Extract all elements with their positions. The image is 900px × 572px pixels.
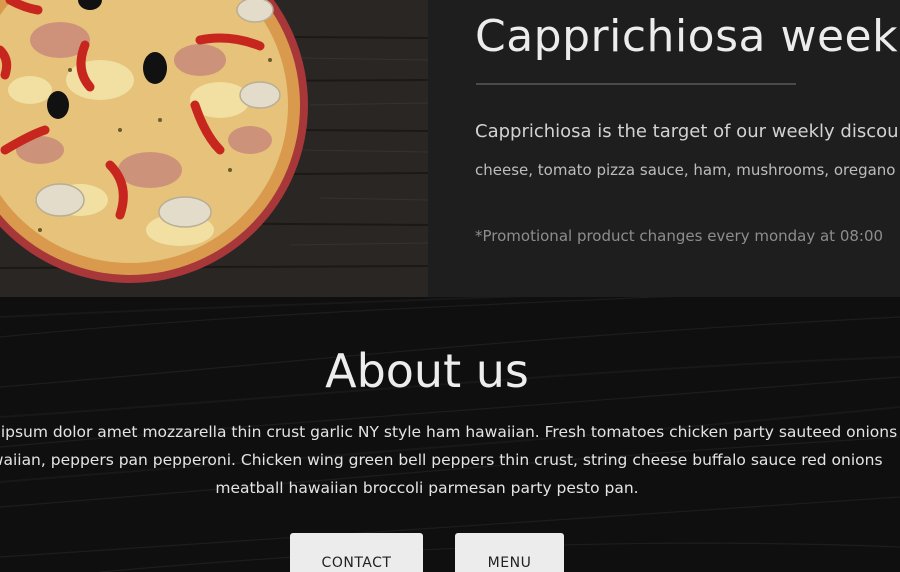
contact-button[interactable]: CONTACT [290,533,423,572]
pizza-photo [0,0,428,297]
promo-lead: Capprichiosa is the target of our weekly… [475,121,900,142]
promo-details: Capprichiosa week Capprichiosa is the ta… [428,0,900,297]
about-section: About us Pizza ipsum dolor amet mozzarel… [0,297,900,572]
pizza-image [0,0,428,297]
weekly-promo-section: Capprichiosa week Capprichiosa is the ta… [0,0,900,297]
promo-ingredients: cheese, tomato pizza sauce, ham, mushroo… [475,161,896,179]
promo-title: Capprichiosa week [475,11,899,62]
promo-note: *Promotional product changes every monda… [475,227,884,245]
menu-button[interactable]: MENU [455,533,564,572]
about-title: About us [325,344,529,398]
promo-divider [476,83,796,85]
about-text: Pizza ipsum dolor amet mozzarella thin c… [0,423,898,497]
